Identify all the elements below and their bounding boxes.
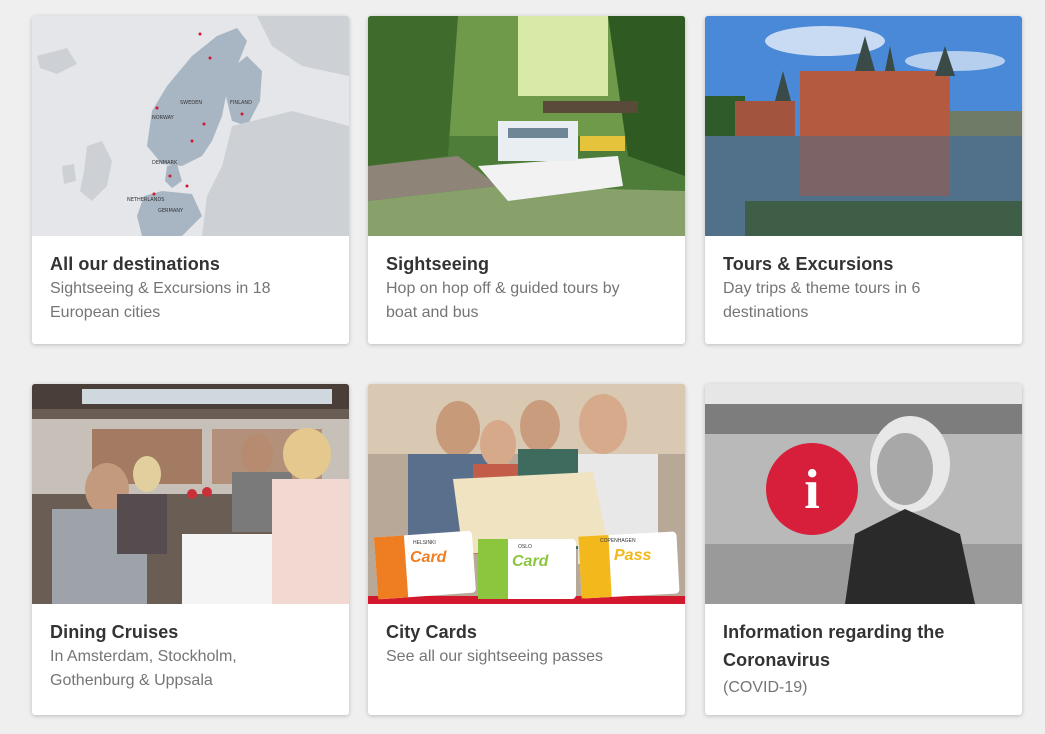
card-description: Sightseeing & Excursions in 18 European … [50,280,271,321]
svg-text:Card: Card [512,553,550,570]
card-title: Sightseeing [386,254,490,274]
card-tours-excursions[interactable]: Tours & Excursions Day trips & theme tou… [705,16,1022,344]
info-coronavirus-image: i [705,384,1022,604]
card-title: All our destinations [50,254,221,274]
svg-text:Pass: Pass [614,547,651,564]
card-sightseeing[interactable]: Sightseeing Hop on hop off & guided tour… [368,16,685,344]
card-city-cards[interactable]: HELSINKI Card OSLO Card COPENHAGEN Pass … [368,384,685,715]
map-label: DENMARK [152,160,178,166]
canal-boat-image [368,16,685,236]
svg-text:HELSINKI: HELSINKI [413,540,436,546]
city-cards-image: HELSINKI Card OSLO Card COPENHAGEN Pass [368,384,685,604]
card-description: Day trips & theme tours in 6 destination… [723,280,921,321]
card-description: In Amsterdam, Stockholm, Gothenburg & Up… [50,648,237,689]
europe-map-image: SWEDEN FINLAND NORWAY DENMARK NETHERLAND… [32,16,349,236]
card-all-destinations[interactable]: SWEDEN FINLAND NORWAY DENMARK NETHERLAND… [32,16,349,344]
svg-text:i: i [804,459,820,521]
city-card-oslo: OSLO Card [478,539,576,599]
card-description: Hop on hop off & guided tours by boat an… [386,280,620,321]
card-description: (COVID-19) [723,679,808,696]
card-description: See all our sightseeing passes [386,648,604,665]
svg-text:COPENHAGEN: COPENHAGEN [600,538,636,544]
card-title: Tours & Excursions [723,254,894,274]
map-label: FINLAND [230,100,252,106]
city-card-helsinki: HELSINKI Card [373,530,476,600]
card-title: Dining Cruises [50,622,179,642]
map-label: SWEDEN [180,100,202,106]
card-coronavirus-info[interactable]: i Information regarding the Coronavirus … [705,384,1022,715]
card-title: Information regarding the Coronavirus [723,622,945,670]
info-icon: i [766,443,858,535]
map-label: GERMANY [158,208,184,214]
svg-text:OSLO: OSLO [518,544,532,550]
svg-text:Card: Card [410,549,448,566]
map-label: NORWAY [152,115,175,121]
city-card-copenhagen: COPENHAGEN Pass [578,531,680,599]
map-label: NETHERLANDS [127,197,164,203]
card-dining-cruises[interactable]: Dining Cruises In Amsterdam, Stockholm, … [32,384,349,715]
castle-lake-image [705,16,1022,236]
dining-cruise-image [32,384,349,604]
card-title: City Cards [386,622,478,642]
